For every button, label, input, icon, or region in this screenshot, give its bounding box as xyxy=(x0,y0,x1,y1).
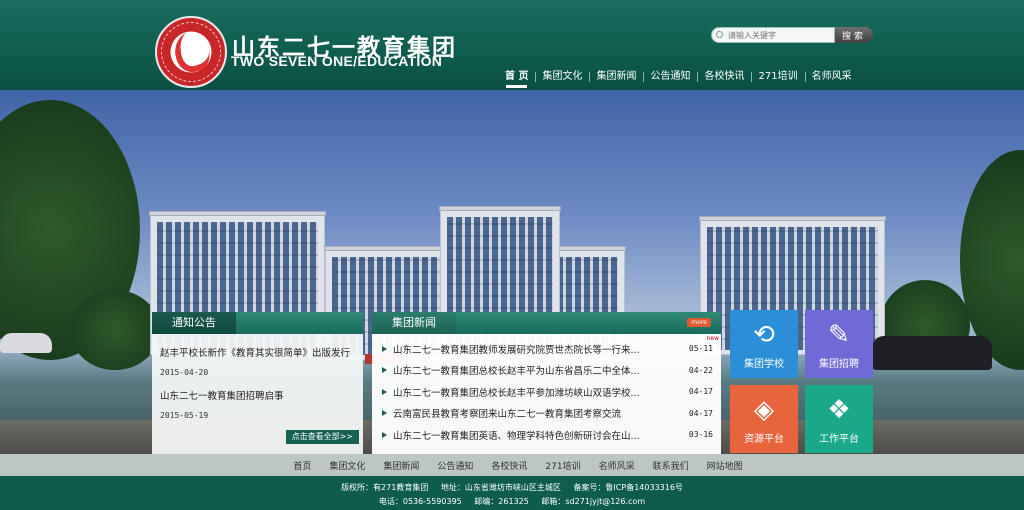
nav-item-271-training[interactable]: 271培训 xyxy=(751,66,804,88)
footer-link-sitemap[interactable]: 网站地图 xyxy=(698,459,752,472)
footer-copyright-line: 版权所：有271教育集团 地址：山东省潍坊市峡山区主城区 备案号：鲁ICP备14… xyxy=(0,482,1024,493)
news-list: 山东二七一教育集团教师发展研究院贾世杰院长等一行来... 05-11 new 山… xyxy=(372,334,721,446)
tile-recruitment[interactable]: ✎ 集团招聘 xyxy=(805,310,873,378)
footer-link-notices[interactable]: 公告通知 xyxy=(428,459,482,472)
search-bar: 搜索 xyxy=(711,27,873,43)
tile-group-schools[interactable]: ⟲ 集团学校 xyxy=(730,310,798,378)
sync-icon: ⟲ xyxy=(753,320,775,350)
news-item-title[interactable]: 山东二七一教育集团英语、物理学科特色创新研讨会在山... xyxy=(393,428,681,442)
footer-link-271-training[interactable]: 271培训 xyxy=(536,459,589,472)
view-all-notices-button[interactable]: 点击查看全部>> xyxy=(285,430,359,444)
footer-link-home[interactable]: 首页 xyxy=(284,459,320,472)
logo-emblem-icon[interactable] xyxy=(155,16,227,88)
search-button[interactable]: 搜索 xyxy=(835,27,873,43)
site-footer: 版权所：有271教育集团 地址：山东省潍坊市峡山区主城区 备案号：鲁ICP备14… xyxy=(0,476,1024,510)
notice-item: 赵丰平校长新作《教育其实很简单》出版发行 2015-04-20 xyxy=(152,345,363,377)
document-edit-icon: ✎ xyxy=(828,320,850,350)
notice-item-date: 2015-04-20 xyxy=(160,368,209,377)
arrow-bullet-icon xyxy=(382,388,387,395)
footer-link-news[interactable]: 集团新闻 xyxy=(374,459,428,472)
nav-item-notices[interactable]: 公告通知 xyxy=(643,66,697,88)
notice-panel: 通知公告 赵丰平校长新作《教育其实很简单》出版发行 2015-04-20 山东二… xyxy=(152,312,363,454)
site-title-en[interactable]: TWO SEVEN ONE/EDUCATION xyxy=(231,53,442,69)
nav-item-news[interactable]: 集团新闻 xyxy=(589,66,643,88)
tile-label: 集团学校 xyxy=(744,359,784,370)
news-panel-header: 集团新闻 more xyxy=(372,312,721,334)
footer-address: 地址：山东省潍坊市峡山区主城区 xyxy=(440,483,561,492)
news-item[interactable]: 山东二七一教育集团总校长赵丰平为山东省昌乐二中全体... 04-22 xyxy=(382,360,713,382)
shrubs-left xyxy=(70,290,160,370)
news-item-title[interactable]: 山东二七一教育集团教师发展研究院贾世杰院长等一行来... xyxy=(393,342,681,356)
news-item-date: 04-17 xyxy=(688,408,713,418)
news-item-title[interactable]: 山东二七一教育集团总校长赵丰平参加潍坊峡山双语学校... xyxy=(393,385,681,399)
nav-item-culture[interactable]: 集团文化 xyxy=(535,66,589,88)
new-badge: new xyxy=(706,335,719,342)
notice-item: 山东二七一教育集团招聘启事 2015-05-19 xyxy=(152,388,363,420)
news-item-title[interactable]: 山东二七一教育集团总校长赵丰平为山东省昌乐二中全体... xyxy=(393,363,681,377)
footer-link-teachers[interactable]: 名师风采 xyxy=(590,459,644,472)
arrow-bullet-icon xyxy=(382,345,387,352)
news-item-date: 04-17 xyxy=(688,387,713,397)
tile-resource-platform[interactable]: ◈ 资源平台 xyxy=(730,385,798,453)
news-item-title[interactable]: 云南富民县教育考察团来山东二七一教育集团考察交流 xyxy=(393,406,681,420)
news-item[interactable]: 云南富民县教育考察团来山东二七一教育集团考察交流 04-17 xyxy=(382,403,713,425)
news-more-button[interactable]: more xyxy=(687,318,711,327)
news-item[interactable]: 山东二七一教育集团总校长赵丰平参加潍坊峡山双语学校... 04-17 xyxy=(382,381,713,403)
footer-link-contact[interactable]: 联系我们 xyxy=(644,459,698,472)
notice-item-title[interactable]: 山东二七一教育集团招聘启事 xyxy=(160,388,355,402)
news-item-date: 05-11 xyxy=(688,344,713,354)
footer-copyright: 版权所：有271教育集团 xyxy=(341,483,429,492)
tile-work-platform[interactable]: ❖ 工作平台 xyxy=(805,385,873,453)
news-item-date: 03-16 xyxy=(688,430,713,440)
arrow-bullet-icon xyxy=(382,431,387,438)
footer-icp: 备案号：鲁ICP备14033316号 xyxy=(573,483,683,492)
search-icon xyxy=(716,31,723,38)
car-right xyxy=(872,336,992,370)
nav-item-teachers[interactable]: 名师风采 xyxy=(804,66,859,88)
tile-label: 资源平台 xyxy=(744,434,784,445)
notice-panel-title[interactable]: 通知公告 xyxy=(152,312,236,334)
arrow-bullet-icon xyxy=(382,367,387,374)
arrow-bullet-icon xyxy=(382,410,387,417)
footer-contact-line: 电话：0536-5590395 邮编：261325 邮箱：sd271jyjt@1… xyxy=(0,496,1024,507)
notice-item-date: 2015-05-19 xyxy=(160,411,209,420)
car-left xyxy=(0,333,52,353)
footer-link-culture[interactable]: 集团文化 xyxy=(320,459,374,472)
news-item[interactable]: 山东二七一教育集团教师发展研究院贾世杰院长等一行来... 05-11 new xyxy=(382,335,719,360)
notice-item-title[interactable]: 赵丰平校长新作《教育其实很简单》出版发行 xyxy=(160,345,355,359)
notice-panel-header: 通知公告 xyxy=(152,312,363,334)
site-header: 山东二七一教育集团 TWO SEVEN ONE/EDUCATION 搜索 首 页… xyxy=(0,0,1024,90)
search-input[interactable] xyxy=(711,27,835,43)
nav-item-home[interactable]: 首 页 xyxy=(498,66,535,88)
tile-label: 集团招聘 xyxy=(819,359,859,370)
tile-label: 工作平台 xyxy=(819,434,859,445)
news-item[interactable]: 山东二七一教育集团英语、物理学科特色创新研讨会在山... 03-16 xyxy=(382,424,713,446)
main-nav: 首 页 集团文化 集团新闻 公告通知 各校快讯 271培训 名师风采 xyxy=(498,66,859,88)
diamond-grid-icon: ❖ xyxy=(827,395,851,425)
news-item-date: 04-22 xyxy=(688,365,713,375)
news-panel: 集团新闻 more 山东二七一教育集团教师发展研究院贾世杰院长等一行来... 0… xyxy=(372,312,721,454)
news-panel-title[interactable]: 集团新闻 xyxy=(372,312,456,334)
footer-email: 邮箱：sd271jyjt@126.com xyxy=(541,497,646,506)
layers-icon: ◈ xyxy=(754,395,774,425)
footer-phone: 电话：0536-5590395 xyxy=(378,497,462,506)
footer-link-school-briefs[interactable]: 各校快讯 xyxy=(482,459,536,472)
nav-item-school-briefs[interactable]: 各校快讯 xyxy=(697,66,751,88)
footer-nav: 首页 集团文化 集团新闻 公告通知 各校快讯 271培训 名师风采 联系我们 网… xyxy=(0,454,1024,476)
footer-postcode: 邮编：261325 xyxy=(474,497,529,506)
